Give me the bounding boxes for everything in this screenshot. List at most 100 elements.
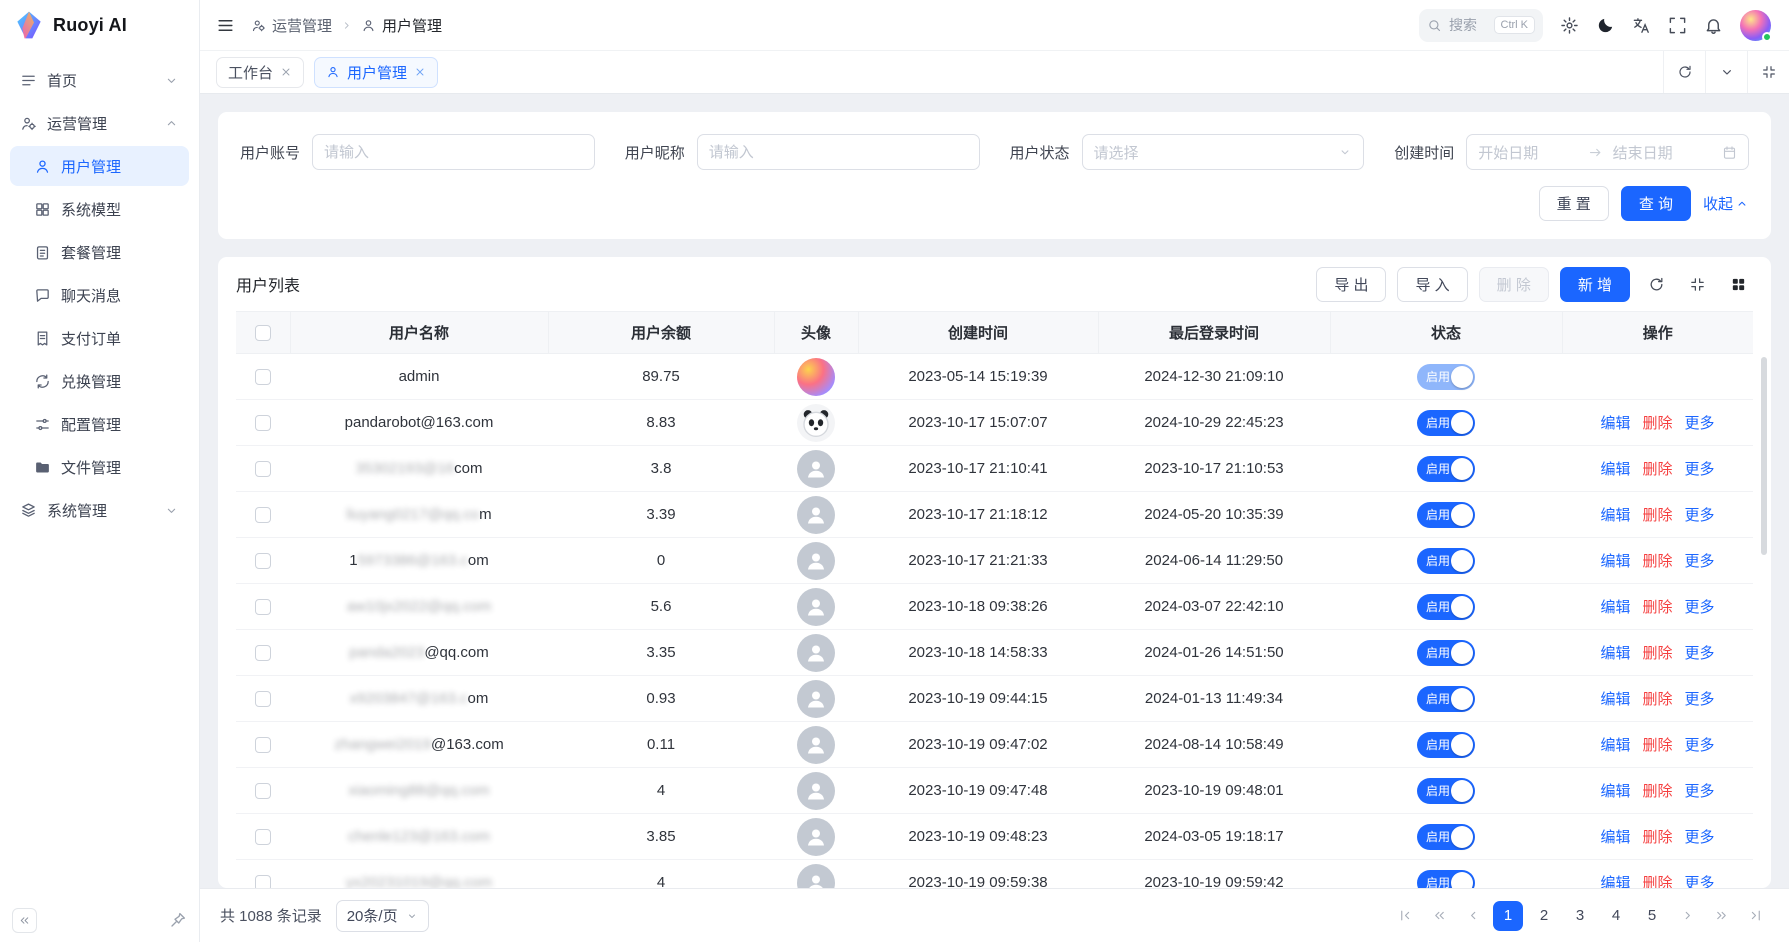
pin-icon[interactable] [169,911,187,929]
translate-icon[interactable] [1632,16,1651,35]
reset-button[interactable]: 重 置 [1539,186,1609,221]
edit-link[interactable]: 编辑 [1600,553,1630,570]
more-link[interactable]: 更多 [1685,737,1715,754]
collapse-filter-link[interactable]: 收起 [1703,193,1749,214]
delete-link[interactable]: 删除 [1642,829,1672,846]
sidebar-collapse-button[interactable] [12,908,37,933]
page-button-5[interactable]: 5 [1637,901,1667,931]
created-date-range-picker[interactable]: 开始日期 结束日期 [1466,134,1749,170]
sidebar-item-exchange[interactable]: 兑换管理 [10,361,189,401]
row-checkbox[interactable] [255,599,271,615]
close-icon[interactable] [414,66,426,78]
status-toggle[interactable]: 启用 [1417,548,1475,574]
edit-link[interactable]: 编辑 [1600,737,1630,754]
select-all-checkbox[interactable] [255,325,271,341]
delete-link[interactable]: 删除 [1642,783,1672,800]
page-button-2[interactable]: 2 [1529,901,1559,931]
jump-forward-button[interactable] [1707,902,1735,930]
more-link[interactable]: 更多 [1685,553,1715,570]
edit-link[interactable]: 编辑 [1600,875,1630,888]
delete-link[interactable]: 删除 [1642,691,1672,708]
tab-workbench[interactable]: 工作台 [216,57,304,88]
delete-link[interactable]: 删除 [1642,599,1672,616]
global-search[interactable]: 搜索 Ctrl K [1419,9,1543,42]
edit-link[interactable]: 编辑 [1600,507,1630,524]
prev-page-button[interactable] [1459,902,1487,930]
row-checkbox[interactable] [255,553,271,569]
status-toggle[interactable]: 启用 [1417,594,1475,620]
row-checkbox[interactable] [255,645,271,661]
row-checkbox[interactable] [255,875,271,888]
nickname-input[interactable] [709,144,968,161]
more-link[interactable]: 更多 [1685,829,1715,846]
row-checkbox[interactable] [255,369,271,385]
sidebar-item-user[interactable]: 用户管理 [10,146,189,186]
user-avatar-menu[interactable] [1740,10,1771,41]
sidebar-item-model[interactable]: 系统模型 [10,189,189,229]
row-checkbox[interactable] [255,691,271,707]
status-toggle[interactable]: 启用 [1417,456,1475,482]
notifications-bell-icon[interactable] [1704,16,1723,35]
row-checkbox[interactable] [255,507,271,523]
row-checkbox[interactable] [255,461,271,477]
edit-link[interactable]: 编辑 [1600,415,1630,432]
row-checkbox[interactable] [255,829,271,845]
sidebar-item-package[interactable]: 套餐管理 [10,232,189,272]
hamburger-menu-icon[interactable] [216,16,235,35]
edit-link[interactable]: 编辑 [1600,691,1630,708]
more-link[interactable]: 更多 [1685,599,1715,616]
delete-link[interactable]: 删除 [1642,507,1672,524]
sidebar-item-order[interactable]: 支付订单 [10,318,189,358]
more-link[interactable]: 更多 [1685,415,1715,432]
more-link[interactable]: 更多 [1685,645,1715,662]
status-toggle[interactable]: 启用 [1417,410,1475,436]
delete-link[interactable]: 删除 [1642,737,1672,754]
status-toggle[interactable]: 启用 [1417,778,1475,804]
status-toggle[interactable]: 启用 [1417,870,1475,889]
refresh-table-icon[interactable] [1641,269,1671,299]
status-toggle[interactable]: 启用 [1417,824,1475,850]
next-page-button[interactable] [1673,902,1701,930]
status-toggle[interactable]: 启用 [1417,686,1475,712]
user-status-select[interactable]: 请选择 [1082,134,1365,170]
row-checkbox[interactable] [255,415,271,431]
delete-button[interactable]: 删 除 [1479,267,1549,302]
maximize-content-icon[interactable] [1747,51,1789,93]
page-button-1[interactable]: 1 [1493,901,1523,931]
sidebar-group-operations[interactable]: 运营管理 [10,103,189,143]
breadcrumb-parent[interactable]: 运营管理 [251,15,332,36]
delete-link[interactable]: 删除 [1642,645,1672,662]
fullscreen-table-icon[interactable] [1682,269,1712,299]
last-page-button[interactable] [1741,902,1769,930]
row-checkbox[interactable] [255,783,271,799]
edit-link[interactable]: 编辑 [1600,645,1630,662]
delete-link[interactable]: 删除 [1642,875,1672,888]
close-icon[interactable] [280,66,292,78]
tab-user-management[interactable]: 用户管理 [314,57,438,88]
page-button-3[interactable]: 3 [1565,901,1595,931]
first-page-button[interactable] [1391,902,1419,930]
status-toggle[interactable]: 启用 [1417,732,1475,758]
edit-link[interactable]: 编辑 [1600,461,1630,478]
sidebar-group-system[interactable]: 系统管理 [10,490,189,530]
delete-link[interactable]: 删除 [1642,461,1672,478]
add-button[interactable]: 新 增 [1560,267,1630,302]
dark-mode-moon-icon[interactable] [1596,16,1615,35]
column-settings-icon[interactable] [1723,269,1753,299]
refresh-tab-icon[interactable] [1663,51,1705,93]
sidebar-item-folder[interactable]: 文件管理 [10,447,189,487]
edit-link[interactable]: 编辑 [1600,599,1630,616]
fullscreen-icon[interactable] [1668,16,1687,35]
export-button[interactable]: 导 出 [1316,267,1386,302]
more-link[interactable]: 更多 [1685,507,1715,524]
table-scrollbar[interactable] [1761,357,1767,555]
more-link[interactable]: 更多 [1685,783,1715,800]
edit-link[interactable]: 编辑 [1600,783,1630,800]
delete-link[interactable]: 删除 [1642,415,1672,432]
more-link[interactable]: 更多 [1685,461,1715,478]
delete-link[interactable]: 删除 [1642,553,1672,570]
page-size-select[interactable]: 20条/页 [336,900,429,932]
account-input[interactable] [324,144,583,161]
chevron-down-icon[interactable] [1705,51,1747,93]
sidebar-group-home[interactable]: 首页 [10,60,189,100]
